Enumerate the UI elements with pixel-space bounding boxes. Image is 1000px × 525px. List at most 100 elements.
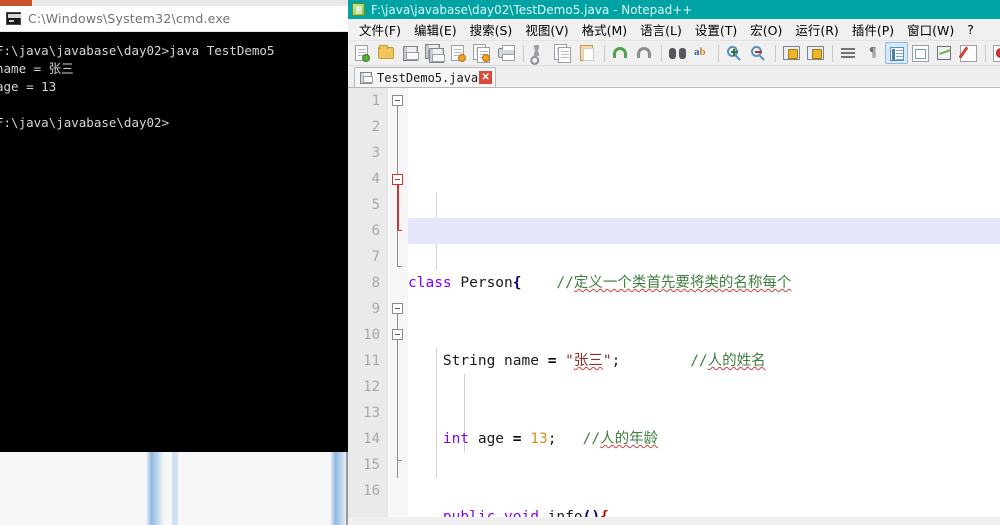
fold-toggle-line-4[interactable] [392, 174, 403, 185]
redo-icon[interactable] [633, 42, 656, 64]
menu-item-plugins[interactable]: 插件(P) [846, 18, 901, 41]
code-folding-margin[interactable] [389, 88, 408, 517]
fold-bracket-tail [397, 460, 402, 461]
cmd-prompt-line: F:\java\javabase\day02> [0, 115, 170, 130]
line-number: 13 [363, 405, 380, 421]
console-icon [6, 12, 21, 25]
document-map-icon[interactable] [933, 42, 956, 64]
copy-icon[interactable] [552, 42, 575, 64]
background-window-band [146, 452, 164, 525]
zoom-in-icon[interactable] [723, 42, 746, 64]
fold-toggle-line-10[interactable] [392, 329, 403, 340]
toolbar-separator [775, 44, 776, 62]
record-macro-icon[interactable] [990, 42, 1000, 64]
line-number: 5 [371, 197, 380, 213]
function-list-icon[interactable] [957, 42, 980, 64]
toolbar-separator [718, 44, 719, 62]
menu-item-file[interactable]: 文件(F) [353, 18, 408, 41]
fold-bracket-line [397, 106, 398, 174]
line-number: 11 [363, 353, 380, 369]
menu-item-format[interactable]: 格式(M) [576, 18, 635, 41]
menu-item-window[interactable]: 窗口(W) [901, 18, 961, 41]
zoom-out-icon[interactable] [747, 42, 770, 64]
menu-item-search[interactable]: 搜索(S) [464, 18, 520, 41]
notepadpp-title-text: F:\java\javabase\day02\TestDemo5.java - … [371, 2, 693, 17]
cmd-title-bar[interactable]: C:\Windows\System32\cmd.exe [0, 6, 348, 32]
save-icon[interactable] [399, 42, 422, 64]
cmd-console-output[interactable]: F:\java\javabase\day02>java TestDemo5 na… [0, 32, 348, 452]
line-number: 9 [371, 301, 380, 317]
toolbar-separator [523, 44, 524, 62]
fold-bracket-line [397, 230, 398, 266]
sync-vertical-scroll-icon[interactable] [780, 42, 803, 64]
tab-testdemo5-java[interactable]: TestDemo5.java ✕ [354, 67, 497, 87]
desktop-screenshot: C:\Windows\System32\cmd.exe F:\java\java… [0, 0, 1000, 525]
close-icon[interactable]: ✕ [479, 71, 493, 84]
line-number: 12 [363, 379, 380, 395]
word-wrap-icon[interactable] [837, 42, 860, 64]
show-indent-guide-icon[interactable] [885, 42, 908, 64]
fold-toggle-line-1[interactable] [392, 95, 403, 106]
menu-item-help[interactable]: ? [961, 20, 981, 39]
cmd-output-line: name = 张三 [0, 61, 74, 76]
line-number: 16 [363, 483, 380, 499]
open-file-icon[interactable] [375, 42, 398, 64]
user-defined-dialog-icon[interactable] [909, 42, 932, 64]
menu-item-macro[interactable]: 宏(O) [744, 18, 789, 41]
cmd-output-line [0, 96, 348, 114]
notepadpp-title-bar[interactable]: F:\java\javabase\day02\TestDemo5.java - … [348, 0, 1000, 19]
close-file-icon[interactable] [447, 42, 470, 64]
replace-icon[interactable]: ab [690, 42, 713, 64]
new-file-icon[interactable] [351, 42, 374, 64]
sync-horizontal-scroll-icon[interactable] [804, 42, 827, 64]
tab-bar[interactable]: TestDemo5.java ✕ [348, 66, 1000, 88]
save-all-icon[interactable] [423, 42, 446, 64]
line-number: 8 [371, 275, 380, 291]
cmd-output-line: age = 13 [0, 79, 57, 94]
toolbar-separator [985, 44, 986, 62]
line-number: 10 [363, 327, 380, 343]
fold-bracket-line-active [397, 185, 399, 230]
line-number: 2 [371, 119, 380, 135]
code-line-4: public void info(){ [408, 509, 609, 517]
line-number: 6 [371, 223, 380, 239]
show-all-characters-icon[interactable]: ¶ [861, 42, 884, 64]
toolbar[interactable]: ab ¶ [348, 41, 1000, 66]
menu-item-view[interactable]: 视图(V) [519, 18, 575, 41]
line-number: 15 [363, 457, 380, 473]
code-editor[interactable]: 1 2 3 4 5 6 7 8 9 10 11 12 13 14 15 16 c… [348, 88, 1000, 517]
toolbar-separator [832, 44, 833, 62]
line-number: 7 [371, 249, 380, 265]
toolbar-separator [604, 44, 605, 62]
code-line-3: int age = 13; //人的年龄 [408, 431, 659, 447]
menu-bar[interactable]: 文件(F) 编辑(E) 搜索(S) 视图(V) 格式(M) 语言(L) 设置(T… [348, 19, 1000, 41]
menu-item-settings[interactable]: 设置(T) [689, 18, 744, 41]
find-icon[interactable] [666, 42, 689, 64]
menu-item-run[interactable]: 运行(R) [789, 18, 845, 41]
line-number: 3 [371, 145, 380, 161]
line-number: 4 [371, 171, 380, 187]
cut-icon[interactable] [528, 42, 551, 64]
fold-bracket-tail [397, 266, 402, 267]
cmd-output-line: F:\java\javabase\day02>java TestDemo5 [0, 43, 275, 58]
undo-icon[interactable] [609, 42, 632, 64]
cmd-window[interactable]: C:\Windows\System32\cmd.exe F:\java\java… [0, 6, 348, 452]
cmd-title-text: C:\Windows\System32\cmd.exe [28, 11, 231, 26]
tab-label: TestDemo5.java [377, 70, 479, 85]
fold-toggle-line-9[interactable] [392, 303, 403, 314]
close-all-icon[interactable] [471, 42, 494, 64]
menu-item-edit[interactable]: 编辑(E) [408, 18, 464, 41]
menu-item-language[interactable]: 语言(L) [634, 18, 689, 41]
paste-icon[interactable] [576, 42, 599, 64]
saved-file-icon [360, 71, 373, 84]
line-number: 14 [363, 431, 380, 447]
notepadpp-window[interactable]: F:\java\javabase\day02\TestDemo5.java - … [348, 0, 1000, 525]
toolbar-separator [661, 44, 662, 62]
code-text-area[interactable]: class Person{ //定义一个类首先要将类的名称每个 String n… [408, 88, 1000, 517]
line-number: 1 [371, 93, 380, 109]
line-number-gutter: 1 2 3 4 5 6 7 8 9 10 11 12 13 14 15 16 [348, 88, 388, 517]
code-line-2: String name = "张三"; //人的姓名 [408, 353, 766, 369]
code-line-1: class Person{ //定义一个类首先要将类的名称每个 [408, 275, 792, 291]
background-window-band [172, 452, 178, 525]
print-icon[interactable] [495, 42, 518, 64]
